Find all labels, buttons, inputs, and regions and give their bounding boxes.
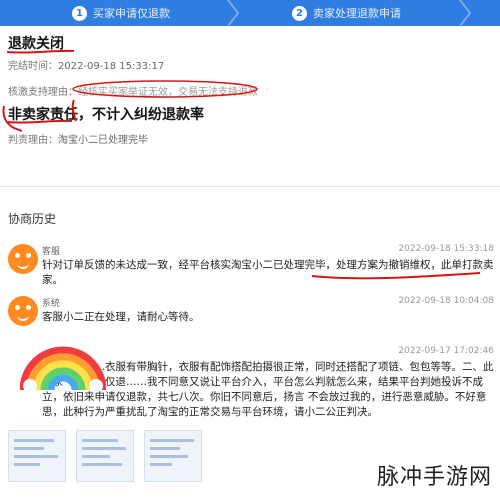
status-underline-mark: [6, 49, 75, 54]
red-annotation-marks: [2, 49, 481, 280]
verdict-bracket-mark: [2, 105, 23, 132]
verdict-bracket-mark: [71, 99, 77, 122]
solution-underline-mark: [311, 272, 481, 280]
reason-circle-mark: [72, 80, 258, 98]
verdict-underline-mark: [7, 119, 73, 124]
